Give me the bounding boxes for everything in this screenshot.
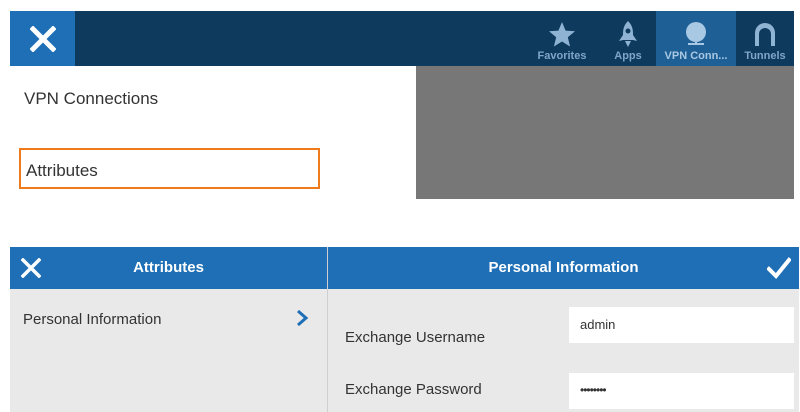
menu-item-attributes-label: Attributes bbox=[26, 161, 98, 180]
top-nav-bar: Favorites Apps VPN Conn... Tunnels bbox=[10, 11, 794, 66]
nav-label-tunnels: Tunnels bbox=[744, 50, 786, 62]
list-item-label: Personal Information bbox=[23, 311, 162, 328]
personal-info-header: Personal Information bbox=[328, 247, 799, 289]
globe-icon bbox=[686, 22, 706, 45]
menu-item-vpn-connections[interactable]: VPN Connections bbox=[24, 89, 158, 109]
exchange-username-label: Exchange Username bbox=[345, 329, 486, 346]
content-placeholder-panel bbox=[416, 66, 794, 199]
attributes-close-button[interactable] bbox=[16, 253, 46, 283]
close-button[interactable] bbox=[10, 11, 75, 66]
exchange-username-input[interactable]: admin bbox=[569, 307, 794, 343]
checkmark-icon bbox=[767, 257, 791, 279]
nav-label-favorites: Favorites bbox=[537, 50, 587, 62]
menu-item-attributes[interactable]: Attributes bbox=[19, 148, 320, 189]
nav-label-apps: Apps bbox=[614, 50, 642, 62]
list-item-personal-information[interactable]: Personal Information bbox=[10, 289, 327, 335]
close-icon bbox=[29, 25, 56, 52]
attributes-list: Personal Information bbox=[10, 289, 327, 412]
exchange-password-label: Exchange Password bbox=[345, 381, 482, 398]
exchange-password-value: •••••••• bbox=[580, 383, 607, 397]
close-icon bbox=[21, 258, 41, 278]
exchange-password-input[interactable]: •••••••• bbox=[569, 373, 794, 409]
rocket-icon bbox=[619, 21, 637, 47]
attributes-header: Attributes bbox=[10, 247, 327, 289]
star-icon bbox=[549, 22, 575, 47]
chevron-right-icon bbox=[297, 310, 309, 326]
nav-item-vpn-connections[interactable]: VPN Conn... bbox=[656, 11, 736, 66]
nav-label-vpn-connections: VPN Conn... bbox=[664, 50, 728, 62]
personal-info-title: Personal Information bbox=[488, 259, 639, 276]
exchange-username-value: admin bbox=[580, 317, 616, 332]
tunnel-icon bbox=[755, 23, 775, 46]
personal-info-form: Exchange Username admin Exchange Passwor… bbox=[328, 289, 799, 412]
save-button[interactable] bbox=[765, 254, 793, 282]
nav-item-tunnels[interactable]: Tunnels bbox=[736, 11, 794, 66]
nav-item-apps[interactable]: Apps bbox=[600, 11, 656, 66]
nav-item-favorites[interactable]: Favorites bbox=[524, 11, 600, 66]
attributes-title: Attributes bbox=[133, 259, 204, 276]
nav-group: Favorites Apps VPN Conn... Tunnels bbox=[524, 11, 794, 66]
